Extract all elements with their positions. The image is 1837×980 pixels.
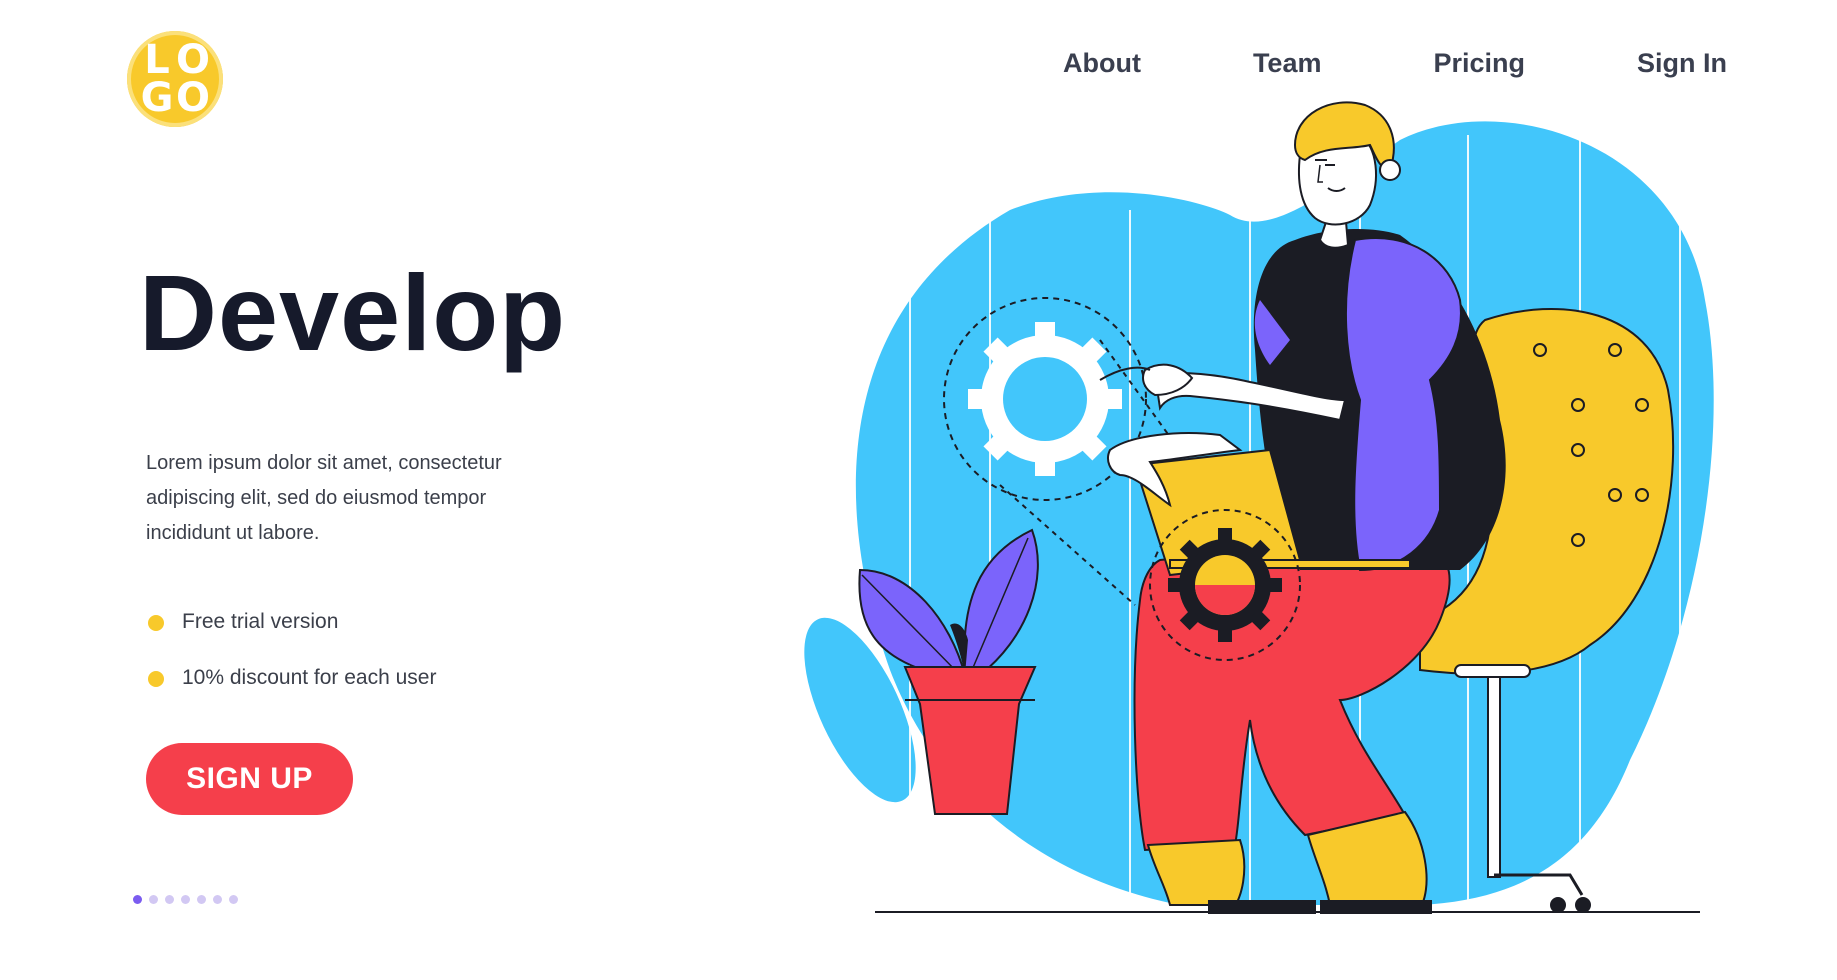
feature-item: Free trial version [148, 610, 436, 666]
carousel-dot[interactable] [133, 895, 142, 904]
nav-sign-in-link[interactable]: Sign In [1637, 48, 1727, 79]
feature-label: 10% discount for each user [182, 666, 437, 689]
feature-item: 10% discount for each user [148, 666, 436, 722]
feature-list: Free trial version 10% discount for each… [148, 610, 436, 722]
carousel-dot[interactable] [165, 895, 174, 904]
carousel-dot[interactable] [149, 895, 158, 904]
nav-pricing-link[interactable]: Pricing [1433, 48, 1525, 79]
logo-letter: L [144, 37, 170, 83]
logo[interactable]: L O G O [127, 31, 223, 127]
logo-letter: G [140, 75, 174, 121]
hero-description: Lorem ipsum dolor sit amet, consectetur … [146, 452, 502, 544]
developer-illustration [804, 101, 1714, 914]
nav-team-link[interactable]: Team [1253, 48, 1322, 79]
feature-label: Free trial version [182, 610, 339, 633]
carousel-dot[interactable] [229, 895, 238, 904]
logo-letter: O [175, 75, 210, 121]
logo-letter: O [175, 37, 210, 83]
bullet-dot-icon [148, 671, 164, 687]
top-nav: About Team Pricing Sign In [1063, 48, 1727, 79]
sign-up-button[interactable]: SIGN UP [146, 743, 353, 815]
bullet-dot-icon [148, 615, 164, 631]
carousel-dot[interactable] [181, 895, 190, 904]
carousel-dot[interactable] [213, 895, 222, 904]
carousel-pagination [133, 895, 238, 904]
carousel-dot[interactable] [197, 895, 206, 904]
page-title: Develop [139, 252, 567, 373]
nav-about-link[interactable]: About [1063, 48, 1141, 79]
